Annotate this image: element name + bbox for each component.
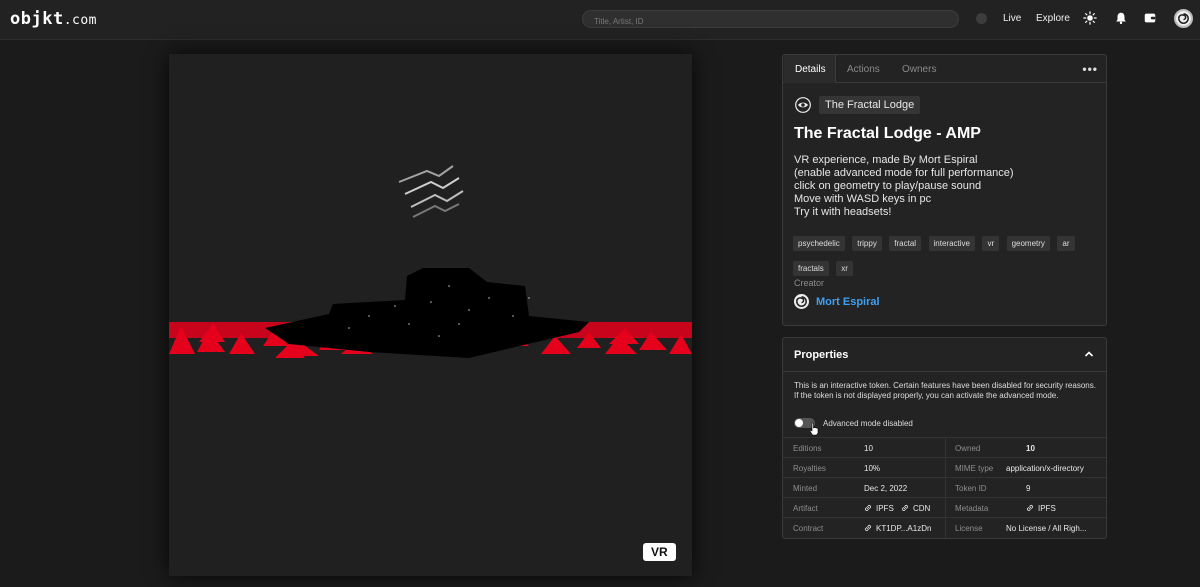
spiral-icon (796, 296, 807, 307)
prop-key: Metadata (955, 504, 989, 513)
tag-ar[interactable]: ar (1057, 236, 1075, 251)
prop-key: Royalties (793, 464, 826, 473)
creator-name-link[interactable]: Mort Espiral (816, 296, 880, 308)
artifact-ipfs-label: IPFS (876, 504, 894, 513)
artwork-viewer[interactable]: VR (169, 54, 692, 576)
logo-text: objkt (10, 9, 64, 29)
artwork-scene (169, 54, 692, 576)
vr-badge: VR (643, 543, 676, 561)
contract-label: KT1DP...A1zDn (876, 524, 932, 533)
tab-owners[interactable]: Owners (902, 64, 936, 75)
properties-header[interactable]: Properties (783, 338, 1106, 372)
prop-key: Owned (955, 444, 981, 453)
prop-value: 9 (1026, 484, 1031, 493)
advanced-mode-label: Advanced mode disabled (823, 419, 913, 428)
creator-avatar[interactable] (794, 294, 809, 309)
metadata-ipfs-link[interactable]: IPFS (1026, 504, 1056, 513)
link-icon (865, 505, 871, 511)
prop-key: Token ID (955, 484, 987, 493)
prop-key: Editions (793, 444, 822, 453)
nav-live-link[interactable]: Live (1003, 13, 1021, 24)
tag-psychedelic[interactable]: psychedelic (793, 236, 845, 251)
details-panel: Details Actions Owners ••• The Fractal L… (782, 54, 1107, 326)
license-value[interactable]: No License / All Righ... (1006, 524, 1086, 533)
sun-icon[interactable] (1083, 11, 1097, 25)
user-avatar[interactable] (1174, 9, 1193, 28)
tab-actions[interactable]: Actions (847, 64, 880, 75)
spiral-icon (1178, 13, 1189, 24)
description-line: VR experience, made By Mort Espiral (794, 154, 978, 166)
prop-value: 10 (864, 444, 873, 453)
contract-link[interactable]: KT1DP...A1zDn (864, 524, 931, 533)
link-icon (865, 525, 871, 531)
prop-value: 10% (864, 464, 881, 473)
prop-key: Artifact (793, 504, 818, 513)
table-divider (945, 437, 946, 538)
toggle-knob (795, 419, 803, 427)
live-indicator-icon (976, 13, 987, 24)
tag-xr[interactable]: xr (836, 261, 853, 276)
description-line: Move with WASD keys in pc (794, 193, 932, 205)
tag-trippy[interactable]: trippy (852, 236, 882, 251)
detail-tabs: Details Actions Owners ••• (783, 55, 1106, 83)
prop-value: application/x-directory (1006, 464, 1084, 473)
artifact-cdn-label: CDN (913, 504, 931, 513)
artifact-ipfs-link[interactable]: IPFS (864, 504, 894, 513)
chevron-up-icon[interactable] (1084, 349, 1094, 359)
prop-value: Dec 2, 2022 (864, 484, 908, 493)
description-line: Try it with headsets! (794, 206, 892, 218)
prop-key: Minted (793, 484, 818, 493)
search-input[interactable] (583, 13, 958, 30)
nav-explore-link[interactable]: Explore (1036, 13, 1070, 24)
hand-cursor-icon (809, 422, 819, 436)
link-icon (1027, 505, 1033, 511)
top-header: objkt.com Live Explore (0, 0, 1200, 40)
eye-icon[interactable] (795, 97, 811, 113)
description-line: (enable advanced mode for full performan… (794, 167, 1014, 179)
prop-key: License (955, 524, 983, 533)
prop-value: 10 (1026, 444, 1035, 453)
tab-details[interactable]: Details (795, 64, 826, 75)
tag-fractals[interactable]: fractals (793, 261, 829, 276)
properties-title: Properties (794, 349, 849, 361)
logo-suffix: .com (63, 13, 97, 28)
tag-list: psychedelic trippy fractal interactive v… (793, 233, 1093, 283)
wallet-icon[interactable] (1143, 11, 1157, 25)
search-box[interactable] (582, 10, 959, 30)
tag-geometry[interactable]: geometry (1006, 236, 1050, 251)
prop-key: Contract (793, 524, 824, 533)
creator-label: Creator (794, 278, 825, 288)
collection-badge[interactable]: The Fractal Lodge (819, 96, 921, 114)
metadata-ipfs-label: IPFS (1038, 504, 1056, 513)
tag-fractal[interactable]: fractal (889, 236, 922, 251)
tag-interactive[interactable]: interactive (928, 236, 975, 251)
site-logo[interactable]: objkt.com (10, 9, 97, 29)
tag-vr[interactable]: vr (982, 236, 1000, 251)
interactive-token-note: This is an interactive token. Certain fe… (794, 381, 1096, 400)
token-title: The Fractal Lodge - AMP (794, 125, 981, 142)
token-description: VR experience, made By Mort Espiral (ena… (794, 154, 1014, 219)
link-icon (902, 505, 908, 511)
prop-key: MIME type (955, 464, 994, 473)
bell-icon[interactable] (1114, 11, 1128, 25)
artifact-cdn-link[interactable]: CDN (901, 504, 930, 513)
properties-panel: Properties This is an interactive token.… (782, 337, 1107, 539)
description-line: click on geometry to play/pause sound (794, 180, 982, 192)
more-options-icon[interactable]: ••• (1082, 62, 1098, 76)
